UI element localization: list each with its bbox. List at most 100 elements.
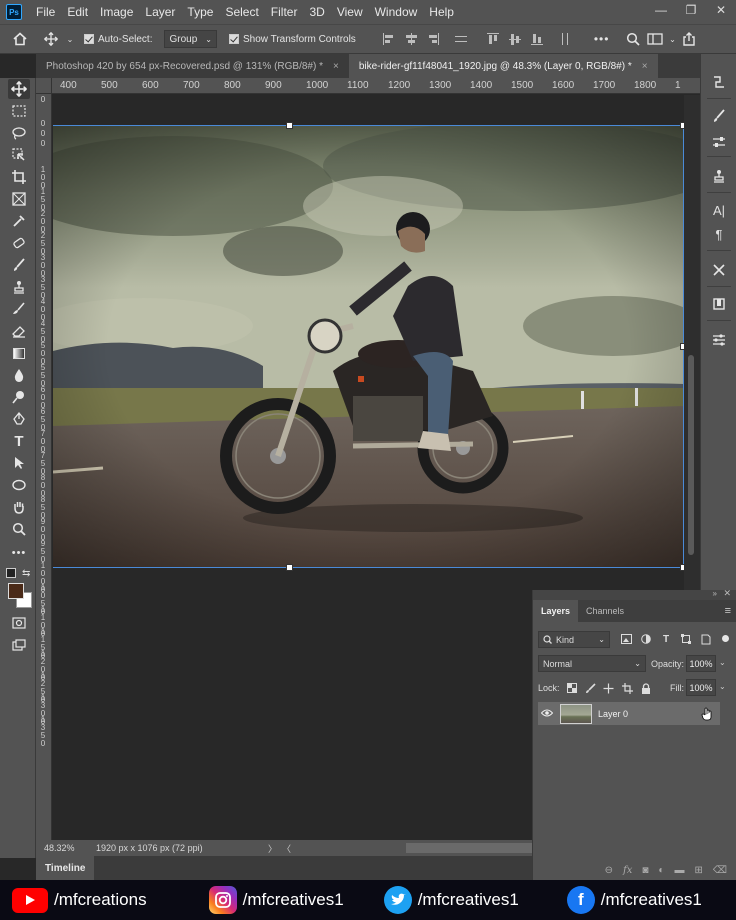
layer-style-icon[interactable]: fx — [623, 865, 632, 876]
object-selection-tool-icon[interactable] — [8, 145, 30, 165]
menu-window[interactable]: Window — [369, 0, 424, 24]
youtube-link[interactable]: /mfcreations — [12, 880, 147, 920]
frame-tool-icon[interactable] — [8, 189, 30, 209]
crop-tool-icon[interactable] — [8, 167, 30, 187]
paragraph-panel-icon[interactable]: ¶ — [709, 224, 729, 244]
share-icon[interactable] — [677, 32, 701, 46]
tab-recovered-psd[interactable]: Photoshop 420 by 654 px-Recovered.psd @ … — [36, 54, 349, 78]
clone-stamp-tool-icon[interactable] — [8, 277, 30, 297]
minimize-button[interactable]: — — [646, 0, 676, 20]
zoom-level[interactable]: 48.32% — [36, 843, 96, 853]
delete-layer-icon[interactable]: ⌫ — [713, 865, 727, 876]
brush-tool-icon[interactable] — [8, 255, 30, 275]
blur-tool-icon[interactable] — [8, 365, 30, 385]
swap-colors-icon[interactable]: ⇆ — [22, 568, 30, 579]
filter-type-icon[interactable]: T — [659, 632, 673, 646]
chevron-down-icon[interactable]: ⌄ — [719, 658, 726, 667]
panel-menu-icon[interactable]: ≡ — [725, 600, 731, 622]
menu-3d[interactable]: 3D — [303, 0, 330, 24]
align-right-icon[interactable] — [426, 32, 440, 46]
opacity-input[interactable]: 100% — [686, 655, 716, 672]
filter-pixel-icon[interactable] — [619, 632, 633, 646]
filter-shape-icon[interactable] — [679, 632, 693, 646]
tab-layers[interactable]: Layers — [533, 600, 579, 622]
collapse-panel-icon[interactable]: » — [713, 589, 717, 598]
horizontal-ruler[interactable]: 400 500 600 700 800 900 1000 1100 1200 1300 1400 15… — [52, 78, 700, 94]
lock-position-icon[interactable] — [601, 681, 615, 695]
properties-panel-icon[interactable] — [709, 330, 729, 350]
transform-handle-bottom[interactable] — [286, 564, 293, 571]
menu-filter[interactable]: Filter — [265, 0, 304, 24]
tab-channels[interactable]: Channels — [578, 600, 632, 622]
filter-kind-dropdown[interactable]: Kind ⌄ — [538, 631, 610, 648]
show-transform-checkbox[interactable] — [228, 34, 239, 44]
menu-edit[interactable]: Edit — [61, 0, 94, 24]
tab-bike-rider[interactable]: bike-rider-gf11f48041_1920.jpg @ 48.3% (… — [348, 54, 658, 78]
close-panel-icon[interactable]: ✕ — [723, 588, 731, 599]
quick-mask-icon[interactable] — [8, 613, 30, 633]
tools-panel-icon[interactable] — [709, 260, 729, 280]
eyedropper-tool-icon[interactable] — [8, 211, 30, 231]
auto-select-checkbox[interactable] — [84, 34, 94, 44]
align-middle-icon[interactable] — [508, 32, 522, 46]
pen-tool-icon[interactable] — [8, 409, 30, 429]
tab-timeline[interactable]: Timeline — [36, 856, 95, 880]
filter-adjustment-icon[interactable] — [639, 632, 653, 646]
scrollbar-thumb[interactable] — [688, 355, 694, 555]
adjustment-layer-icon[interactable]: ◐ — [658, 865, 664, 876]
visibility-eye-icon[interactable] — [538, 708, 556, 720]
add-mask-icon[interactable]: ◙ — [642, 865, 648, 876]
adjustments-sliders-icon[interactable] — [709, 132, 729, 152]
restore-button[interactable]: ❐ — [676, 0, 706, 20]
move-tool-icon[interactable] — [8, 79, 30, 99]
menu-select[interactable]: Select — [219, 0, 264, 24]
lock-image-pixels-icon[interactable] — [583, 681, 597, 695]
search-icon[interactable] — [623, 32, 643, 46]
align-center-icon[interactable] — [404, 32, 418, 46]
edit-toolbar-icon[interactable]: ••• — [8, 543, 30, 563]
character-panel-icon[interactable]: A| — [709, 200, 729, 220]
foreground-color-swatch[interactable] — [8, 583, 24, 599]
status-next-arrow-icon[interactable]: 〉 — [268, 842, 282, 855]
fill-input[interactable]: 100% — [686, 679, 716, 696]
menu-view[interactable]: View — [331, 0, 369, 24]
close-tab-icon[interactable]: × — [333, 61, 339, 72]
close-button[interactable]: ✕ — [706, 0, 736, 20]
menu-file[interactable]: File — [30, 0, 61, 24]
menu-image[interactable]: Image — [94, 0, 139, 24]
ellipse-tool-icon[interactable] — [8, 475, 30, 495]
move-tool-preset-icon[interactable] — [40, 32, 62, 46]
layer-row[interactable]: Layer 0 — [538, 702, 720, 725]
menu-help[interactable]: Help — [423, 0, 460, 24]
filter-smart-object-icon[interactable] — [699, 632, 713, 646]
filter-toggle[interactable] — [722, 635, 729, 642]
home-icon[interactable] — [0, 32, 40, 46]
distribute-vertical-icon[interactable] — [558, 32, 572, 46]
default-colors-icon[interactable] — [6, 568, 16, 578]
horizontal-scrollbar[interactable] — [406, 843, 532, 853]
clone-source-icon[interactable] — [709, 166, 729, 186]
chevron-down-icon[interactable]: ⌄ — [719, 682, 726, 691]
eraser-tool-icon[interactable] — [8, 321, 30, 341]
menu-layer[interactable]: Layer — [139, 0, 181, 24]
type-tool-icon[interactable]: T — [8, 431, 30, 451]
link-layers-icon[interactable]: ⊖ — [605, 865, 613, 876]
libraries-panel-icon[interactable] — [709, 294, 729, 314]
lasso-tool-icon[interactable] — [8, 123, 30, 143]
transform-handle-top[interactable] — [286, 122, 293, 129]
auto-select-target-dropdown[interactable]: Group ⌄ — [164, 30, 217, 48]
hand-tool-icon[interactable] — [8, 497, 30, 517]
new-layer-icon[interactable]: ⊞ — [694, 865, 702, 876]
dodge-tool-icon[interactable] — [8, 387, 30, 407]
gradient-tool-icon[interactable] — [8, 343, 30, 363]
blend-mode-dropdown[interactable]: Normal ⌄ — [538, 655, 646, 672]
healing-brush-tool-icon[interactable] — [8, 233, 30, 253]
zoom-tool-icon[interactable] — [8, 519, 30, 539]
chevron-down-icon[interactable]: ⌄ — [62, 35, 78, 44]
more-options-button[interactable]: ••• — [594, 32, 610, 46]
path-selection-tool-icon[interactable] — [8, 453, 30, 473]
brush-settings-icon[interactable] — [709, 106, 729, 126]
lock-artboard-icon[interactable] — [620, 681, 634, 695]
ruler-origin[interactable] — [36, 78, 52, 94]
align-bottom-icon[interactable] — [530, 32, 544, 46]
